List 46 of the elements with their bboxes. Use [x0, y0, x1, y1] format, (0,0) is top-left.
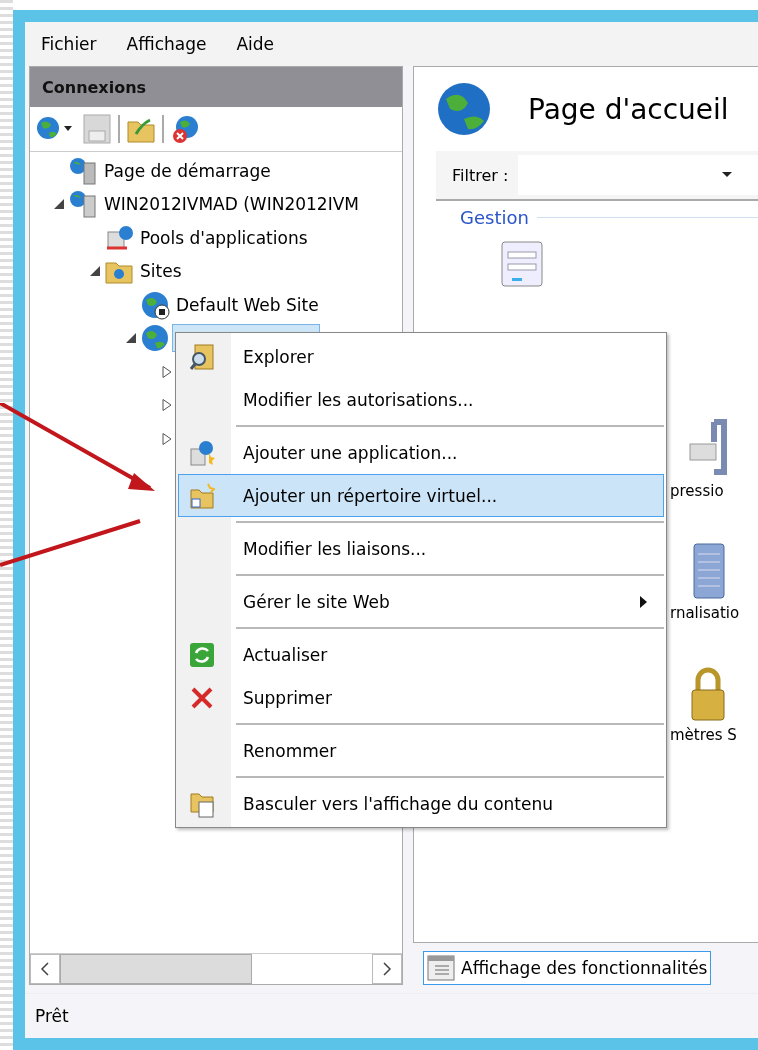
- server-globe-icon: [68, 156, 98, 185]
- menu-item[interactable]: Supprimer: [178, 676, 664, 719]
- tree-item[interactable]: Pools d'applications: [136, 224, 312, 251]
- menu-item[interactable]: Basculer vers l'affichage du contenu: [178, 782, 664, 825]
- page-title: Page d'accueil: [528, 92, 729, 126]
- feature-label[interactable]: rnalisatio: [670, 604, 740, 622]
- menu-item[interactable]: Modifier les autorisations...: [178, 378, 664, 421]
- folder-shortcut-icon: [189, 481, 215, 510]
- menu-item[interactable]: Aide: [236, 34, 275, 54]
- refresh-icon: [189, 641, 215, 668]
- menu-item[interactable]: Explorer: [178, 335, 664, 378]
- document-icon[interactable]: [500, 240, 544, 288]
- scroll-left-button[interactable]: [30, 954, 60, 984]
- collapse-toggle[interactable]: [124, 331, 138, 346]
- feature-label[interactable]: pressio: [670, 482, 724, 500]
- menu-item[interactable]: Ajouter un répertoire virtuel...: [178, 474, 664, 517]
- filter-label: Filtrer :: [452, 165, 509, 185]
- scroll-right-button[interactable]: [372, 954, 402, 984]
- view-tab[interactable]: Affichage des fonctionnalités: [423, 951, 712, 985]
- menu-item[interactable]: Ajouter une application...: [178, 431, 664, 474]
- feature-label[interactable]: mètres S: [670, 726, 737, 744]
- tree-item[interactable]: Default Web Site: [172, 291, 323, 318]
- menu-item[interactable]: Gérer le site Web: [178, 580, 664, 623]
- status-text: Prêt: [25, 993, 758, 1038]
- close-icon: [190, 685, 214, 710]
- menu-item[interactable]: Renommer: [178, 729, 664, 772]
- panel-header: Connexions: [30, 67, 402, 107]
- save-icon[interactable]: [82, 113, 112, 145]
- collapse-toggle[interactable]: [52, 197, 66, 212]
- scrollbar-thumb[interactable]: [60, 954, 252, 984]
- server-globe-icon: [68, 190, 98, 219]
- magnifier-folder-icon: [189, 342, 215, 371]
- globe-icon: [436, 81, 492, 137]
- submenu-arrow-icon: [640, 596, 647, 608]
- menu-item[interactable]: Affichage: [126, 34, 207, 54]
- tree-item[interactable]: WIN2012IVMAD (WIN2012IVM: [100, 191, 363, 218]
- menu-item[interactable]: Actualiser: [178, 633, 664, 676]
- group-heading: Gestion: [460, 207, 529, 228]
- collapse-toggle[interactable]: [88, 264, 102, 279]
- menu-item[interactable]: Fichier: [41, 34, 97, 54]
- app-add-icon: [189, 438, 215, 467]
- app-pool-icon: [104, 223, 134, 252]
- tree-item[interactable]: Page de démarrage: [100, 157, 275, 184]
- list-icon: [427, 955, 455, 981]
- menu-item[interactable]: Modifier les liaisons...: [178, 527, 664, 570]
- tree-item[interactable]: Sites: [136, 258, 186, 285]
